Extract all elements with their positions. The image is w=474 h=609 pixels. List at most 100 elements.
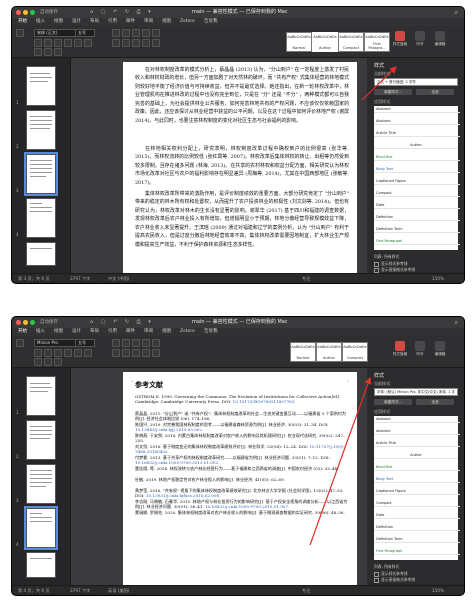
- numbering-icon[interactable]: [122, 29, 130, 37]
- tab-layout[interactable]: 布局: [90, 18, 99, 26]
- paste-icon[interactable]: [16, 29, 24, 37]
- tab-tell-me[interactable]: 告诉我: [204, 18, 218, 26]
- increase-indent-icon[interactable]: [152, 29, 160, 37]
- tab-draw[interactable]: 绘图: [54, 18, 63, 26]
- font-size-select[interactable]: 五号: [75, 339, 95, 347]
- style-card-author[interactable]: AaBbCcDdEe Author: [316, 342, 342, 362]
- style-list-item[interactable]: Date: [374, 202, 460, 209]
- focus-mode[interactable]: 专注: [302, 274, 310, 283]
- underline-icon[interactable]: [54, 349, 62, 357]
- style-list-item[interactable]: Captioned Figure: [374, 488, 460, 495]
- dictate-button[interactable]: 听写: [412, 341, 428, 363]
- page-count[interactable]: 第 4 页，共 6 页: [18, 586, 50, 595]
- tab-insert[interactable]: 插入: [36, 328, 45, 336]
- thumbnail-page-4[interactable]: [26, 198, 56, 238]
- close-button[interactable]: [16, 10, 21, 15]
- align-right-icon[interactable]: [132, 349, 140, 357]
- select-all-button[interactable]: 全选: [416, 399, 454, 405]
- thumbnail-page-5[interactable]: [26, 552, 56, 578]
- style-list-item[interactable]: Abstract: [374, 428, 460, 435]
- style-card-normal[interactable]: AaBbCcDdEe Normal: [290, 342, 316, 362]
- numbering-icon[interactable]: [122, 339, 130, 347]
- search-icon[interactable]: ⌕: [455, 317, 458, 328]
- justify-icon[interactable]: [142, 349, 150, 357]
- new-style-button[interactable]: 新建样式...: [374, 89, 412, 95]
- style-list-item[interactable]: Compact: [374, 190, 460, 197]
- style-card-first-paragraph[interactable]: AaBbCcDdEe First Paragra...: [364, 32, 390, 52]
- style-list-item[interactable]: BlockText: [374, 154, 460, 161]
- list-filter-select[interactable]: 所有样式: [384, 564, 399, 569]
- style-list-item[interactable]: Abstract: [374, 106, 460, 113]
- style-card-compact[interactable]: AaBbCcDdEe Compact: [338, 32, 364, 52]
- tab-design[interactable]: 设计: [72, 18, 81, 26]
- thumbnail-page-1[interactable]: [26, 66, 56, 106]
- editor-button[interactable]: 编辑器: [432, 31, 448, 53]
- thumbnail-page-2[interactable]: [26, 110, 56, 150]
- style-list-item[interactable]: Author: [374, 142, 458, 149]
- dictate-button[interactable]: 听写: [412, 31, 428, 53]
- thumbnail-page-3[interactable]: [26, 464, 56, 504]
- font-color-icon[interactable]: [54, 358, 62, 366]
- thumbnail-page-4[interactable]: [24, 506, 58, 550]
- current-style-field[interactable]: 正文 + 首行缩进: 2 字符: [374, 78, 458, 86]
- tab-zotero[interactable]: Zotero: [180, 328, 195, 336]
- document-page[interactable]: 在对林权制度改革的模式分析上，蔡晶晶 (2013) 认为，"分山到户" 在一定程…: [123, 62, 357, 273]
- autosave-label[interactable]: 自动保存: [40, 7, 58, 18]
- word-count[interactable]: 3797 个字: [70, 586, 90, 595]
- align-left-icon[interactable]: [112, 349, 120, 357]
- style-list-item[interactable]: Compact: [374, 500, 460, 507]
- subscript-icon[interactable]: [74, 39, 82, 47]
- font-name-select[interactable]: Minion Pro: [34, 339, 76, 347]
- checkbox[interactable]: [374, 577, 379, 583]
- document-page[interactable]: 参考文献 OSTROM E. 1990. Governing the Commo…: [123, 372, 357, 585]
- new-style-button[interactable]: 新建样式...: [374, 399, 412, 405]
- search-icon[interactable]: ⌕: [455, 7, 458, 18]
- focus-mode[interactable]: 专注: [302, 586, 310, 595]
- thumbnail-page-1[interactable]: [26, 376, 56, 416]
- zoom-button[interactable]: [30, 320, 35, 325]
- style-list-item[interactable]: First Paragraph: [374, 548, 460, 555]
- tab-layout[interactable]: 布局: [90, 328, 99, 336]
- tab-references[interactable]: 引用: [108, 328, 117, 336]
- close-button[interactable]: [16, 320, 21, 325]
- style-card-author[interactable]: AaBbCcDdEe Author: [312, 32, 338, 52]
- italic-icon[interactable]: [44, 39, 52, 47]
- zoom-level[interactable]: 150%: [432, 586, 444, 595]
- select-all-button[interactable]: 全选: [416, 89, 454, 95]
- tab-view[interactable]: 视图: [162, 328, 171, 336]
- doi-link[interactable]: 10.16832/j.cnki.1005-9709.2013.01.002.: [135, 460, 219, 465]
- align-right-icon[interactable]: [132, 39, 140, 47]
- quick-access-icons[interactable]: ⌂ ▢ ↶ ↻ ⎙ ▾: [90, 10, 154, 15]
- highlight-icon[interactable]: [44, 358, 52, 366]
- strikethrough-icon[interactable]: [64, 39, 72, 47]
- style-list-item[interactable]: Body Text: [374, 476, 460, 483]
- style-list-item[interactable]: BlockText: [374, 464, 460, 471]
- style-list-item[interactable]: Body Text: [374, 166, 460, 173]
- align-left-icon[interactable]: [112, 39, 120, 47]
- checkbox[interactable]: [374, 267, 379, 273]
- list-filter-select[interactable]: 所有样式: [384, 254, 399, 259]
- zoom-button[interactable]: [30, 10, 35, 15]
- font-color-icon[interactable]: [54, 48, 62, 56]
- tab-view[interactable]: 视图: [162, 18, 171, 26]
- page-count[interactable]: 第 3 页，共 6 页: [18, 274, 50, 283]
- style-list-item[interactable]: Author: [374, 452, 458, 459]
- autosave-label[interactable]: 自动保存: [40, 317, 58, 328]
- underline-icon[interactable]: [54, 39, 62, 47]
- style-list-item[interactable]: Definition: [374, 214, 460, 221]
- bullets-icon[interactable]: [112, 339, 120, 347]
- style-list-item[interactable]: Abstract: [374, 118, 460, 125]
- style-list-item[interactable]: Definition Term: [374, 536, 460, 543]
- style-list-item[interactable]: Article Title: [374, 440, 460, 447]
- tab-review[interactable]: 审阅: [144, 18, 153, 26]
- thumbnail-page-3[interactable]: [24, 152, 58, 196]
- current-style-field[interactable]: 字体: (默认) Minion Pro, 非中文(中文) 宋体, 1 字符: [374, 388, 458, 400]
- checkbox[interactable]: [374, 571, 379, 577]
- multilevel-icon[interactable]: [132, 339, 140, 347]
- styles-pane-button[interactable]: 样式窗格: [392, 341, 408, 363]
- doi-link[interactable]: 10.1017/CBO9780511807763.: [233, 399, 296, 404]
- bullets-icon[interactable]: [112, 29, 120, 37]
- bold-icon[interactable]: [34, 349, 42, 357]
- align-center-icon[interactable]: [122, 39, 130, 47]
- doi-link[interactable]: 10.16832/j.cnki.1005-9709.2015.01.007.: [205, 504, 289, 509]
